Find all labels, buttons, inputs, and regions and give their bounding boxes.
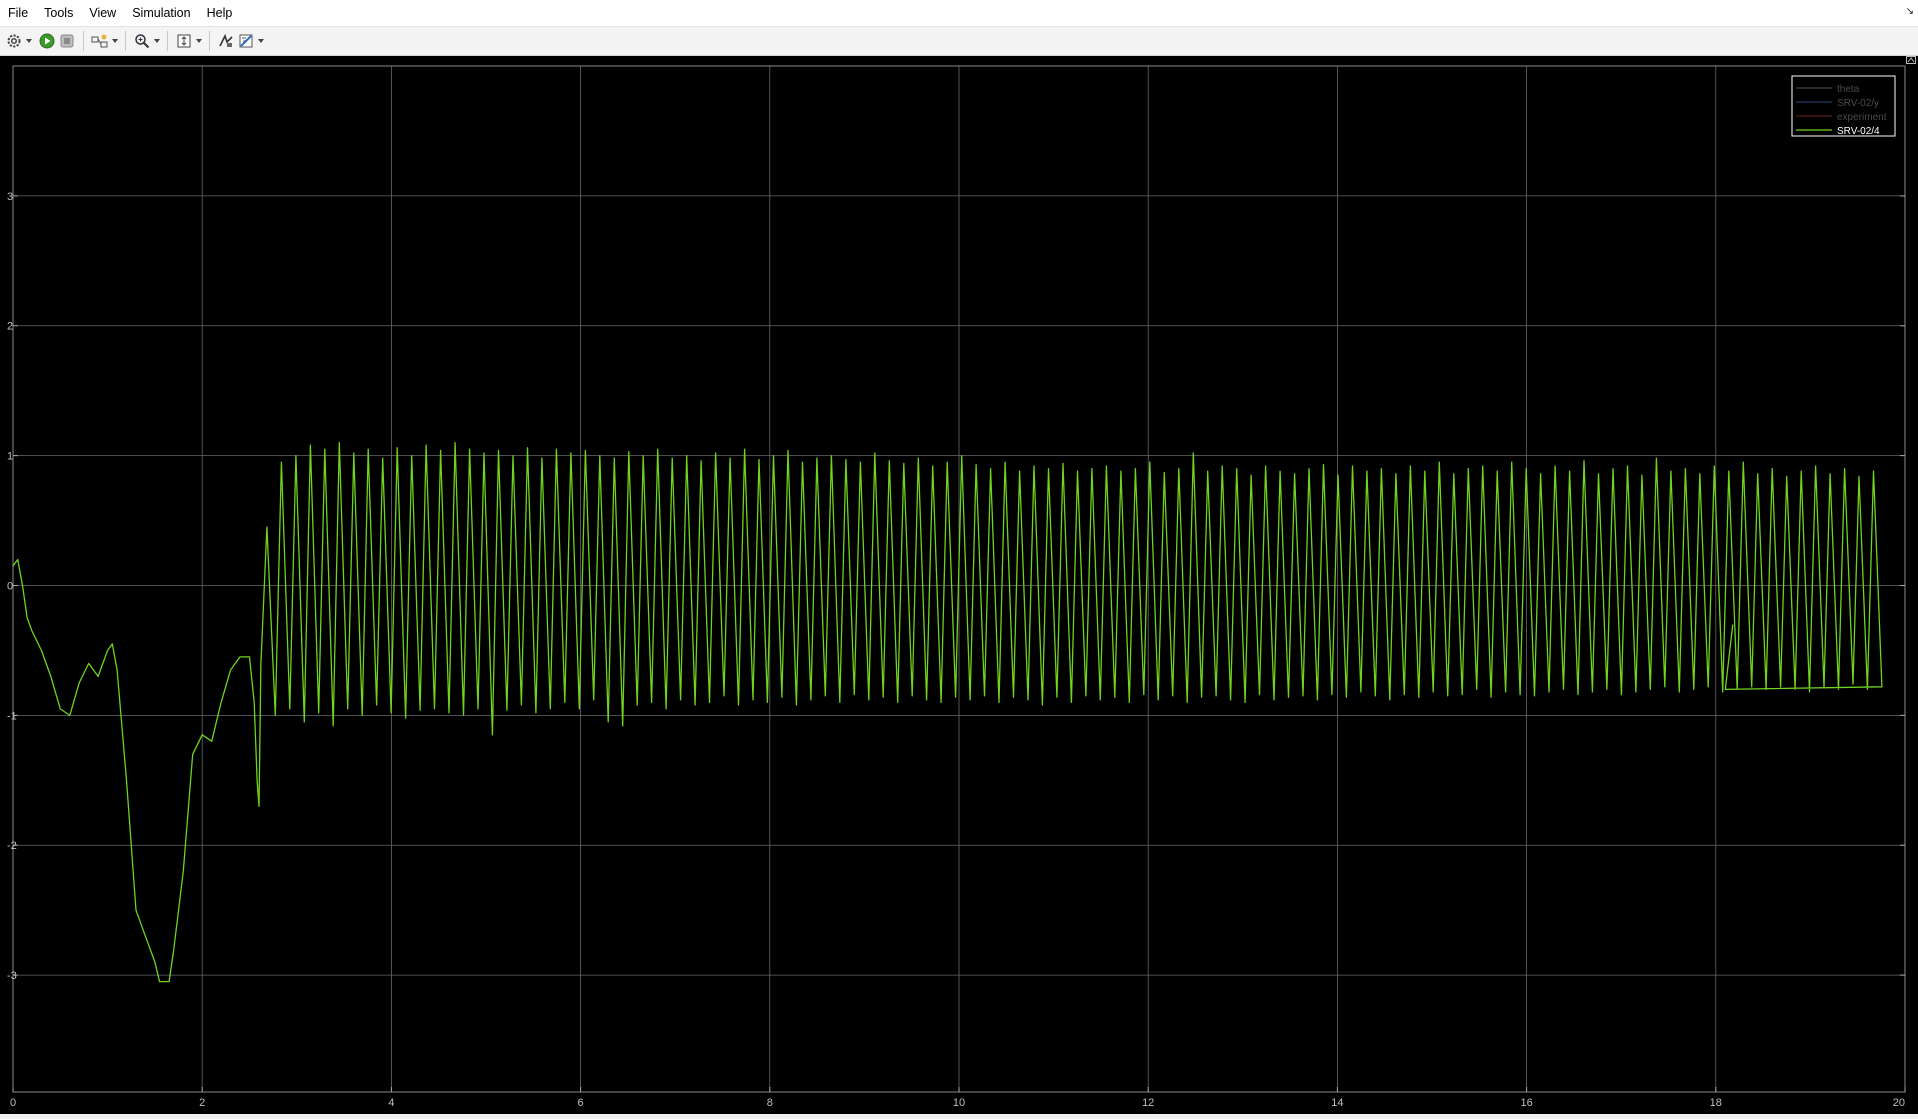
y-tick-label: 2 — [7, 321, 13, 333]
menu-file[interactable]: File — [0, 0, 36, 27]
undock-icon[interactable]: ↘ — [1906, 6, 1914, 17]
x-tick-label: 4 — [388, 1097, 394, 1109]
expand-icon[interactable] — [1906, 56, 1916, 64]
autoscale-dropdown-icon[interactable] — [194, 31, 203, 51]
menu-view[interactable]: View — [81, 0, 124, 27]
y-tick-label: 0 — [7, 580, 13, 592]
x-tick-label: 8 — [767, 1097, 773, 1109]
trigger-icon[interactable] — [216, 31, 236, 51]
y-tick-label: -3 — [7, 970, 17, 982]
scope-display: 0 2 4 6 8 10 12 14 16 18 20 -3 -2 -1 0 1 2 3 theta SRV-02/… — [0, 56, 1918, 1114]
legend[interactable]: theta SRV-02/y experiment SRV-02/4 — [1791, 75, 1896, 137]
highlight-block-icon[interactable] — [90, 31, 110, 51]
x-tick-label: 2 — [199, 1097, 205, 1109]
legend-label: experiment — [1837, 112, 1887, 123]
y-tick-label: -1 — [7, 710, 17, 722]
measure-dropdown-icon[interactable] — [256, 31, 265, 51]
stop-icon[interactable] — [57, 31, 77, 51]
highlight-dropdown-icon[interactable] — [110, 31, 119, 51]
settings-icon[interactable] — [4, 31, 24, 51]
menu-simulation[interactable]: Simulation — [124, 0, 198, 27]
x-tick-label: 16 — [1520, 1097, 1532, 1109]
settings-dropdown-icon[interactable] — [24, 31, 33, 51]
x-tick-label: 6 — [578, 1097, 584, 1109]
run-icon[interactable] — [37, 31, 57, 51]
measure-icon[interactable] — [236, 31, 256, 51]
x-tick-label: 10 — [953, 1097, 965, 1109]
autoscale-icon[interactable] — [174, 31, 194, 51]
x-tick-label: 20 — [1893, 1097, 1905, 1109]
menu-bar: File Tools View Simulation Help ↘ — [0, 0, 1918, 27]
zoom-dropdown-icon[interactable] — [152, 31, 161, 51]
toolbar — [0, 27, 1918, 56]
x-tick-label: 12 — [1142, 1097, 1154, 1109]
legend-label: theta — [1837, 84, 1860, 95]
y-tick-label: -2 — [7, 840, 17, 852]
x-tick-label: 14 — [1331, 1097, 1343, 1109]
legend-label: SRV-02/4 — [1837, 126, 1880, 137]
series-line-srv-02-4 — [12, 441, 1883, 983]
y-tick-label: 1 — [7, 451, 13, 463]
x-tick-label: 0 — [10, 1097, 16, 1109]
y-tick-label: 3 — [7, 191, 13, 203]
scope-chart[interactable]: 0 2 4 6 8 10 12 14 16 18 20-3-2-10123 thetaSRV-02/… — [0, 56, 1918, 1114]
x-tick-label: 18 — [1710, 1097, 1722, 1109]
toolbar-separator — [167, 31, 168, 51]
toolbar-separator — [125, 31, 126, 51]
menu-help[interactable]: Help — [199, 0, 241, 27]
menu-tools[interactable]: Tools — [36, 0, 81, 27]
legend-label: SRV-02/y — [1837, 98, 1879, 109]
toolbar-separator — [209, 31, 210, 51]
zoom-icon[interactable] — [132, 31, 152, 51]
toolbar-separator — [83, 31, 84, 51]
